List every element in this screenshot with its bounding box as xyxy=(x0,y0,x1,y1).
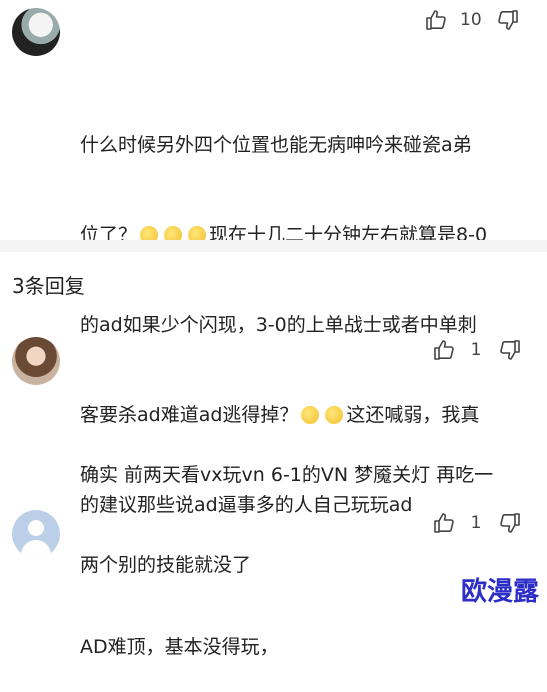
thumbs-down-icon[interactable] xyxy=(498,338,522,362)
thumbs-up-icon[interactable] xyxy=(432,511,456,535)
thumbs-up-icon[interactable] xyxy=(424,8,448,32)
reply-body: AD难顶，基本没得玩， xyxy=(80,572,480,692)
default-avatar-body xyxy=(21,540,51,558)
reply-line: AD难顶，基本没得玩， xyxy=(80,636,279,658)
like-count: 1 xyxy=(470,513,482,533)
comment-line: 什么时候另外四个位置也能无病呻吟来碰瓷a弟 xyxy=(80,134,472,156)
replies-header: 3条回复 xyxy=(12,274,85,298)
avatar[interactable] xyxy=(12,337,60,385)
default-avatar-head xyxy=(28,520,44,536)
like-count: 10 xyxy=(460,10,482,30)
watermark: 欧漫露 xyxy=(460,577,539,607)
thumbs-down-icon[interactable] xyxy=(496,8,520,32)
thumbs-down-icon[interactable] xyxy=(498,511,522,535)
thumbs-up-icon[interactable] xyxy=(432,338,456,362)
reply-line: 确实 前两天看vx玩vn 6-1的VN 梦魇关灯 再吃一 xyxy=(80,464,494,486)
reply-actions: 1 xyxy=(432,338,522,362)
comment-actions: 10 xyxy=(424,8,520,32)
reply-actions: 1 xyxy=(432,511,522,535)
comment-line: 的ad如果少个闪现，3-0的上单战士或者中单刺 xyxy=(80,314,477,336)
section-divider xyxy=(0,240,547,252)
avatar[interactable] xyxy=(12,510,60,558)
like-count: 1 xyxy=(470,340,482,360)
avatar[interactable] xyxy=(12,8,60,56)
